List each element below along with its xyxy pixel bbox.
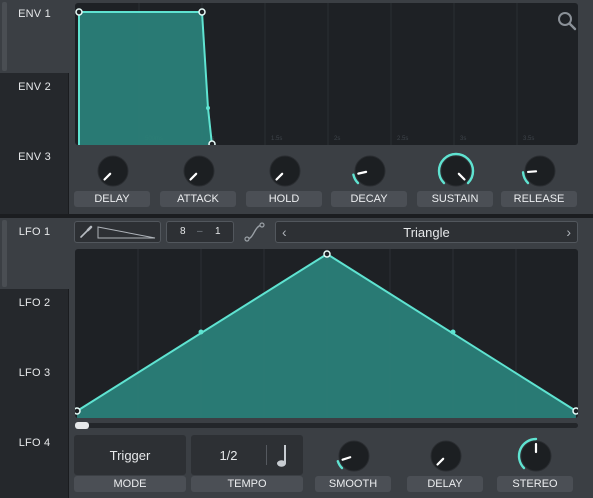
knob-body: [440, 155, 472, 187]
time-tick: 2.5s: [397, 136, 408, 142]
lfo-panel: 8 – 1 ‹ Triangle › Trigger MODE 1/2 TEMP…: [69, 218, 593, 498]
knob-label: DELAY: [74, 191, 150, 207]
tab-lfo-2-label: LFO 2: [18, 297, 51, 309]
knob-body: [183, 155, 215, 187]
envelope-graph-svg: 500ms 1s 1.5s 2s 2.5s 3s 3.5s: [75, 3, 534, 145]
envelope-fill: [79, 12, 212, 145]
tab-env-1[interactable]: ENV 1: [0, 0, 69, 73]
zoom-icon[interactable]: [557, 11, 577, 31]
mode-selector[interactable]: Trigger: [74, 435, 186, 475]
paint-pattern-shape-icon: [97, 226, 156, 239]
paint-pattern-selector[interactable]: [74, 221, 161, 243]
time-tick: 1.5s: [271, 136, 282, 142]
lfo-fill: [77, 254, 576, 418]
knob-body: [338, 440, 370, 472]
knob-dial: [430, 440, 462, 472]
knob-dial: [437, 152, 475, 187]
knob-dial: [183, 155, 215, 187]
knob-hold[interactable]: HOLD: [246, 152, 322, 208]
tab-lfo-2[interactable]: LFO 2: [0, 289, 69, 359]
knob-label: DELAY: [407, 476, 483, 492]
lfo-power-node[interactable]: [450, 329, 456, 335]
knob-dial: [269, 155, 301, 187]
lfo-peak-node[interactable]: [323, 250, 331, 258]
knob-attack[interactable]: ATTACK: [160, 152, 236, 208]
knob-dial: [336, 440, 370, 472]
tempo-selector[interactable]: 1/2: [191, 435, 303, 475]
tab-env-1-label: ENV 1: [18, 8, 51, 20]
knob-dial: [97, 155, 129, 187]
time-tick: 3.5s: [523, 136, 534, 142]
tempo-label: TEMPO: [191, 476, 303, 492]
knob-stereo[interactable]: STEREO: [497, 437, 573, 493]
mode-label: MODE: [74, 476, 186, 492]
tempo-divider: [266, 445, 267, 465]
time-tick: 2s: [334, 136, 340, 142]
knob-label: SMOOTH: [315, 476, 391, 492]
knob-label: STEREO: [497, 476, 573, 492]
phase-scroll-handle[interactable]: [75, 422, 89, 429]
knob-label: RELEASE: [501, 191, 577, 207]
knob-dial: [352, 155, 386, 187]
tab-env-2[interactable]: ENV 2: [0, 73, 69, 143]
tab-lfo-1[interactable]: LFO 1: [0, 218, 69, 289]
tab-lfo-3[interactable]: LFO 3: [0, 359, 69, 429]
tab-lfo-4[interactable]: LFO 4: [0, 429, 69, 498]
knob-label: SUSTAIN: [417, 191, 493, 207]
lfo-graph[interactable]: [75, 249, 578, 418]
paintbrush-icon[interactable]: [79, 225, 93, 239]
smooth-curve-icon[interactable]: [244, 222, 266, 242]
lfo-end-node[interactable]: [572, 407, 578, 415]
knob-label: ATTACK: [160, 191, 236, 207]
attack-node[interactable]: [75, 8, 83, 16]
mode-value: Trigger: [109, 448, 151, 463]
knob-delay[interactable]: DELAY: [74, 152, 150, 208]
knob-dial: [521, 155, 556, 187]
knob-body: [430, 440, 462, 472]
lfo-start-node[interactable]: [75, 407, 81, 415]
note-icon[interactable]: [275, 444, 289, 468]
tab-env-3-label: ENV 3: [18, 151, 51, 163]
tab-lfo-3-label: LFO 3: [18, 367, 51, 379]
knob-body: [354, 155, 386, 187]
tab-lfo-1-label: LFO 1: [18, 226, 51, 238]
next-shape-arrow-icon[interactable]: ›: [566, 224, 571, 240]
lfo-tab-column: LFO 1 LFO 2 LFO 3 LFO 4: [0, 218, 69, 498]
time-tick: 3s: [460, 136, 466, 142]
grid-separator: –: [197, 226, 203, 237]
tab-env-3[interactable]: ENV 3: [0, 143, 69, 214]
knob-body: [269, 155, 301, 187]
lfo-graph-svg: [75, 249, 578, 418]
knob-release[interactable]: RELEASE: [501, 152, 577, 208]
envelope-panel: 500ms 1s 1.5s 2s 2.5s 3s 3.5s DELAY ATTA: [69, 0, 593, 214]
knob-smooth[interactable]: SMOOTH: [315, 437, 391, 493]
hold-node[interactable]: [198, 8, 206, 16]
knob-lfo-delay[interactable]: DELAY: [407, 437, 483, 493]
tab-lfo-4-label: LFO 4: [18, 437, 51, 449]
tab-env-2-label: ENV 2: [18, 81, 51, 93]
env-tab-column: ENV 1 ENV 2 ENV 3: [0, 0, 69, 214]
grid-size-control[interactable]: 8 – 1: [166, 221, 234, 243]
knob-decay[interactable]: DECAY: [331, 152, 407, 208]
knob-label: HOLD: [246, 191, 322, 207]
phase-scrollbar[interactable]: [75, 422, 578, 429]
grid-y-value[interactable]: 1: [215, 226, 221, 237]
knob-body: [97, 155, 129, 187]
decay-power-node[interactable]: [206, 106, 210, 110]
knob-dial: [517, 437, 552, 472]
sustain-node[interactable]: [208, 140, 216, 145]
envelope-graph[interactable]: 500ms 1s 1.5s 2s 2.5s 3s 3.5s: [75, 3, 578, 145]
lfo-shape-selector[interactable]: ‹ Triangle ›: [275, 221, 578, 243]
tempo-value: 1/2: [219, 448, 238, 463]
lfo-power-node[interactable]: [198, 329, 204, 335]
grid-x-value[interactable]: 8: [180, 226, 186, 237]
lfo-shape-name: Triangle: [403, 225, 450, 240]
knob-sustain[interactable]: SUSTAIN: [417, 152, 493, 208]
knob-pointer: [526, 170, 538, 174]
knob-label: DECAY: [331, 191, 407, 207]
